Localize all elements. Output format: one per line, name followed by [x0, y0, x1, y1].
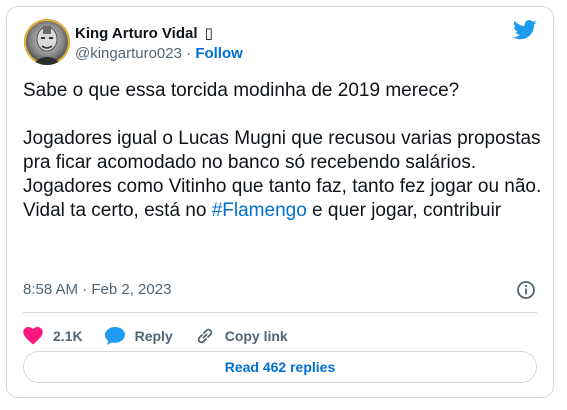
tweet-paragraph-2: Jogadores igual o Lucas Mugni que recuso…	[23, 128, 541, 173]
tweet-text-before-hashtag: Vidal ta certo, está no	[23, 200, 212, 221]
tweet-paragraph-3: Jogadores como Vitinho que tanto faz, ta…	[23, 176, 542, 197]
read-replies-button[interactable]: Read 462 replies	[23, 351, 537, 383]
like-count: 2.1K	[53, 328, 83, 344]
copy-link-label: Copy link	[224, 328, 288, 344]
copy-link-button[interactable]: Copy link	[195, 326, 288, 346]
action-bar: 2.1K Reply Copy link	[23, 319, 310, 353]
avatar[interactable]	[24, 19, 70, 65]
reply-label: Reply	[134, 328, 173, 344]
tweet-text-after-hashtag: e quer jogar, contribuir	[306, 200, 502, 221]
hashtag-link[interactable]: #Flamengo	[212, 200, 307, 221]
author-handle[interactable]: @kingarturo023	[75, 45, 182, 62]
tweet-card: King Arturo Vidal ▯ @kingarturo023 · Fol…	[6, 6, 554, 398]
reply-bubble-icon	[104, 327, 125, 345]
info-icon[interactable]	[516, 280, 536, 300]
separator: ·	[186, 45, 192, 62]
author-handle-row: @kingarturo023 · Follow	[75, 45, 243, 62]
divider	[23, 312, 537, 313]
tweet-text: Sabe o que essa torcida modinha de 2019 …	[23, 79, 543, 223]
tweet-paragraph-4: Vidal ta certo, está no #Flamengo e quer…	[23, 199, 543, 223]
author-name[interactable]: King Arturo Vidal ▯	[75, 24, 213, 42]
tweet-line-1: Sabe o que essa torcida modinha de 2019 …	[23, 80, 460, 101]
twitter-bird-icon[interactable]	[513, 20, 537, 40]
link-icon	[197, 328, 212, 344]
heart-icon	[23, 327, 43, 345]
follow-button[interactable]: Follow	[195, 45, 243, 62]
like-button[interactable]: 2.1K	[23, 327, 83, 345]
timestamp[interactable]: 8:58 AM · Feb 2, 2023	[23, 281, 171, 298]
reply-button[interactable]: Reply	[104, 327, 173, 345]
